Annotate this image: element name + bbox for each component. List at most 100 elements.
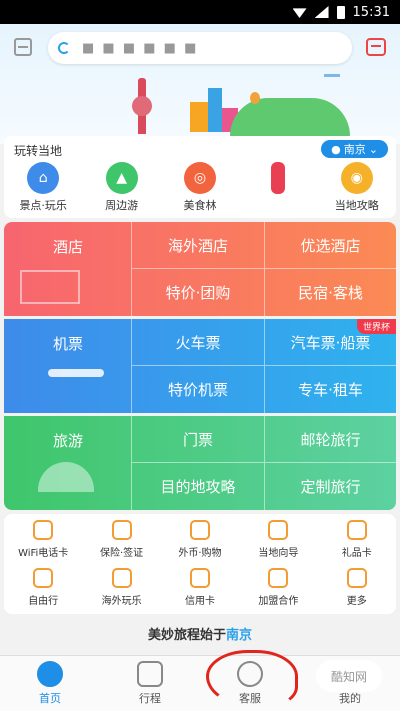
bus-ferry-label: 汽车票·船票 <box>290 333 371 352</box>
home-icon <box>37 661 63 687</box>
local-item-label: 当地攻略 <box>334 199 379 212</box>
nav-label: 首页 <box>39 692 61 705</box>
local-item-guide[interactable]: ◉ 当地攻略 <box>321 162 393 213</box>
service-label: 信用卡 <box>184 596 215 607</box>
train-ticket-link[interactable]: 火车票 <box>132 319 264 366</box>
backpack-icon <box>33 568 54 588</box>
travel-tile[interactable]: 旅游 <box>4 416 132 510</box>
flight-tile[interactable]: 机票 <box>4 319 132 413</box>
tickets-link[interactable]: 门票 <box>132 416 264 463</box>
more-icon <box>346 568 367 588</box>
nav-label: 我的 <box>339 692 361 705</box>
slogan-text: 美妙旅程始于 <box>147 628 226 643</box>
shield-icon <box>111 520 132 540</box>
search-text: ■ ■ ■ ■ ■ ■ <box>82 40 199 56</box>
slogan: 美妙旅程始于南京 <box>0 624 400 643</box>
cruise-link[interactable]: 邮轮旅行 <box>264 416 396 463</box>
service-label: 自由行 <box>28 596 59 607</box>
nav-label: 行程 <box>139 692 161 705</box>
service-partner[interactable]: 加盟合作 <box>239 568 317 607</box>
hotel-row: 酒店 海外酒店 优选酒店 特价·团购 民宿·客栈 <box>4 222 396 316</box>
opera-house-icon <box>38 462 94 492</box>
city-name: 南京 <box>343 143 366 156</box>
service-label: 外币·购物 <box>178 548 222 559</box>
service-label: WiFi电话卡 <box>18 548 69 559</box>
signal-icon <box>314 6 329 18</box>
status-time: 15:31 <box>352 4 390 20</box>
local-item-food[interactable]: ◎ 美食林 <box>164 162 236 213</box>
search-bar[interactable]: ■ ■ ■ ■ ■ ■ <box>48 32 352 64</box>
service-wifi[interactable]: WiFi电话卡 <box>4 520 82 559</box>
wifi-icon <box>33 520 54 540</box>
service-creditcard[interactable]: 信用卡 <box>161 568 239 607</box>
cheap-flights-link[interactable]: 特价机票 <box>132 366 264 413</box>
chevron-down-icon: ⌄ <box>368 142 378 156</box>
nav-home[interactable]: 首页 <box>0 656 100 711</box>
wifi-status-icon <box>292 8 307 18</box>
scan-icon[interactable] <box>14 38 32 56</box>
guide-icon <box>268 520 289 540</box>
attraction-icon: ⌂ <box>27 162 60 194</box>
service-insurance[interactable]: 保险·签证 <box>82 520 160 559</box>
overseas-hotel-link[interactable]: 海外酒店 <box>132 222 264 269</box>
service-overseas-fun[interactable]: 海外玩乐 <box>82 568 160 607</box>
hotel-tile[interactable]: 酒店 <box>4 222 132 316</box>
location-pin-icon: ● <box>331 142 341 156</box>
mountain-icon: ▲ <box>105 162 138 194</box>
local-item-attractions[interactable]: ⌂ 景点·玩乐 <box>7 162 79 213</box>
handshake-icon <box>268 568 289 588</box>
airplane-icon <box>48 369 104 377</box>
deals-groupbuy-link[interactable]: 特价·团购 <box>132 269 264 316</box>
message-icon[interactable] <box>366 38 386 56</box>
gift-card-icon <box>346 520 367 540</box>
hero-banner: ■ ■ ■ ■ ■ ■ <box>0 24 400 144</box>
credit-card-icon <box>189 568 210 588</box>
transport-row: 机票 火车票 汽车票·船票 世界杯 特价机票 专车·租车 <box>4 319 396 413</box>
local-item-nearby[interactable]: ▲ 周边游 <box>86 162 158 213</box>
city-illustration <box>120 78 350 144</box>
service-label: 加盟合作 <box>258 596 299 607</box>
plane-decoration <box>324 74 340 77</box>
watermark: 酷知网 <box>316 660 382 692</box>
local-item-label: 景点·玩乐 <box>19 199 67 212</box>
fun-icon <box>111 568 132 588</box>
calendar-icon <box>137 661 163 687</box>
city-selector[interactable]: ● 南京 ⌄ <box>321 140 388 158</box>
nav-itinerary[interactable]: 行程 <box>100 656 200 711</box>
service-label: 海外玩乐 <box>101 596 142 607</box>
bus-ferry-link[interactable]: 汽车票·船票 世界杯 <box>264 319 396 366</box>
local-title: 玩转当地 <box>14 144 63 158</box>
scroll-icon <box>271 162 286 194</box>
main-grid: 酒店 海外酒店 优选酒店 特价·团购 民宿·客栈 机票 火车票 汽车票·船票 世… <box>4 222 396 510</box>
local-item-special[interactable] <box>242 162 314 213</box>
service-freetravel[interactable]: 自由行 <box>4 568 82 607</box>
service-giftcard[interactable]: 礼品卡 <box>318 520 396 559</box>
service-label: 当地向导 <box>258 548 299 559</box>
service-more[interactable]: 更多 <box>318 568 396 607</box>
service-label: 保险·签证 <box>99 548 144 559</box>
food-icon: ◎ <box>183 162 216 194</box>
travel-row: 旅游 门票 邮轮旅行 目的地攻略 定制旅行 <box>4 416 396 510</box>
car-rental-link[interactable]: 专车·租车 <box>264 366 396 413</box>
search-icon <box>58 42 70 54</box>
service-label: 礼品卡 <box>341 548 372 559</box>
hotel-building-icon <box>20 270 80 304</box>
preferred-hotel-link[interactable]: 优选酒店 <box>264 222 396 269</box>
battery-icon <box>336 5 345 19</box>
homestay-inn-link[interactable]: 民宿·客栈 <box>264 269 396 316</box>
world-cup-badge: 世界杯 <box>356 319 396 334</box>
balloon-decoration <box>250 92 260 104</box>
services-section: WiFi电话卡 保险·签证 外币·购物 当地向导 礼品卡 自由行 海外玩乐 信用… <box>4 514 396 614</box>
destination-guide-link[interactable]: 目的地攻略 <box>132 463 264 510</box>
currency-icon <box>189 520 210 540</box>
location-icon: ◉ <box>340 162 373 194</box>
service-currency[interactable]: 外币·购物 <box>161 520 239 559</box>
service-guide[interactable]: 当地向导 <box>239 520 317 559</box>
custom-travel-link[interactable]: 定制旅行 <box>264 463 396 510</box>
service-label: 更多 <box>346 596 367 607</box>
tile-label: 旅游 <box>52 432 83 450</box>
local-section: 玩转当地 ● 南京 ⌄ ⌂ 景点·玩乐 ▲ 周边游 ◎ 美食林 ◉ 当地攻略 <box>4 136 396 218</box>
local-item-label: 周边游 <box>105 199 139 212</box>
tile-label: 酒店 <box>52 238 83 256</box>
local-item-label: 美食林 <box>183 199 217 212</box>
